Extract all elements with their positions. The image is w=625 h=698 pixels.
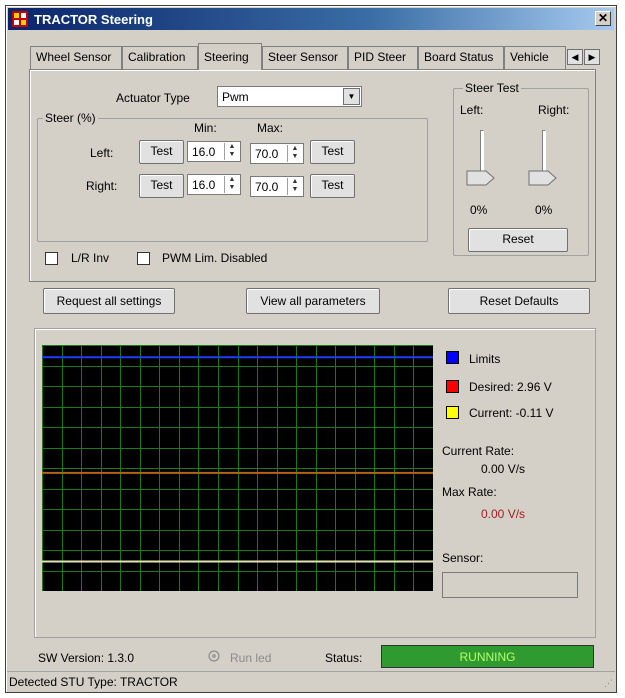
button-label: Test [150,144,173,158]
left-label: Left: [90,146,114,160]
updown-icon: ▲ ▼ [287,178,302,195]
button-label: Request all settings [56,294,162,308]
button-label: Test [150,178,173,192]
request-all-settings-button[interactable]: Request all settings [43,288,175,314]
max-rate-value: 0.00 V/s [481,507,526,521]
steer-test-left-label: Left: [460,103,484,117]
voltage-chart [42,345,433,591]
current-swatch [446,406,459,419]
max-label: Max: [257,121,284,135]
tab-board-status[interactable]: Board Status [418,46,504,69]
limits-swatch [446,351,459,364]
legend-current-label: Current: -0.11 V [469,406,554,420]
pwm-lim-checkbox[interactable] [137,252,150,265]
sensor-label: Sensor: [442,551,484,565]
tab-label: Board Status [424,50,494,64]
legend-desired-label: Desired: 2.96 V [469,380,552,394]
pwm-lim-label: PWM Lim. Disabled [162,251,268,265]
button-label: Reset [502,232,534,246]
left-min-value: 16.0 [192,145,216,159]
left-max-test-button[interactable]: Test [310,140,355,164]
button-label: View all parameters [260,294,366,308]
desired-swatch [446,380,459,393]
view-all-parameters-button[interactable]: View all parameters [246,288,380,314]
window-title: TRACTOR Steering [34,12,153,27]
tab-steer-sensor[interactable]: Steer Sensor [262,46,348,69]
tab-label: Steer Sensor [268,50,339,64]
status-label: Status: [325,651,363,665]
tab-vehicle[interactable]: Vehicle [504,46,566,69]
legend-limits-label: Limits [469,352,501,366]
tab-label: PID Steer [354,50,407,64]
left-min-stepper[interactable]: 16.0 ▲ ▼ [187,141,241,162]
actuator-type-label: Actuator Type [116,91,190,105]
steer-test-reset-button[interactable]: Reset [468,228,568,252]
right-max-stepper[interactable]: 70.0 ▲ ▼ [250,176,304,197]
max-rate-label: Max Rate: [442,485,497,499]
tab-calibration[interactable]: Calibration [122,46,198,69]
right-min-value: 16.0 [192,178,216,192]
button-label: Test [321,144,344,158]
app-icon [12,11,28,27]
left-max-stepper[interactable]: 70.0 ▲ ▼ [250,143,304,164]
steer-test-group-label: Steer Test [463,81,521,95]
current-rate-label: Current Rate: [442,444,515,458]
tab-label: Wheel Sensor [36,50,112,64]
right-label: Right: [86,179,118,193]
current-rate-value: 0.00 V/s [481,462,526,476]
sensor-field [442,572,578,598]
button-label: Reset Defaults [479,294,559,308]
updown-icon: ▲ ▼ [224,176,239,193]
tab-wheel-sensor[interactable]: Wheel Sensor [30,46,122,69]
right-max-value: 70.0 [255,180,279,194]
lr-inv-label: L/R Inv [71,251,110,265]
left-max-value: 70.0 [255,147,279,161]
chevron-down-icon: ▼ [343,88,360,105]
right-min-stepper[interactable]: 16.0 ▲ ▼ [187,174,241,195]
close-button[interactable]: ✕ [595,11,611,26]
arrow-right-icon: ▶ [588,52,596,62]
status-badge: RUNNING [381,645,594,668]
steer-test-right-label: Right: [538,103,570,117]
updown-icon: ▲ ▼ [224,143,239,160]
left-slider-value: 0% [470,203,488,217]
right-slider-thumb[interactable] [528,170,558,186]
run-led-label: Run led [230,651,272,665]
title-bar: TRACTOR Steering ✕ [8,8,614,30]
tab-steering[interactable]: Steering [198,43,262,70]
tab-label: Calibration [128,50,186,64]
min-label: Min: [194,121,217,135]
lr-inv-checkbox[interactable] [45,252,58,265]
right-max-test-button[interactable]: Test [310,174,355,198]
tab-pid-steer[interactable]: PID Steer [348,46,418,69]
run-led-icon [208,650,220,662]
resize-grip-icon[interactable]: ⋰ [604,678,613,689]
right-min-test-button[interactable]: Test [139,174,184,198]
updown-icon: ▲ ▼ [287,145,302,162]
arrow-left-icon: ◀ [571,52,579,62]
actuator-type-select[interactable]: Pwm ▼ [217,86,362,107]
status-bar-text: Detected STU Type: TRACTOR [9,675,178,689]
tab-label: Steering [204,50,249,64]
tab-scroll-left-button[interactable]: ◀ [567,49,583,65]
reset-defaults-button[interactable]: Reset Defaults [448,288,590,314]
actuator-type-value: Pwm [222,90,249,104]
button-label: Test [321,178,344,192]
sw-version-label: SW Version: 1.3.0 [38,651,135,665]
steer-group-label: Steer (%) [43,111,98,125]
tab-scroll-right-button[interactable]: ▶ [584,49,600,65]
right-slider-value: 0% [535,203,553,217]
tab-label: Vehicle [510,50,549,64]
left-min-test-button[interactable]: Test [139,140,184,164]
left-slider-thumb[interactable] [466,170,496,186]
close-icon: ✕ [597,11,609,25]
status-bar: Detected STU Type: TRACTOR ⋰ [7,671,615,691]
